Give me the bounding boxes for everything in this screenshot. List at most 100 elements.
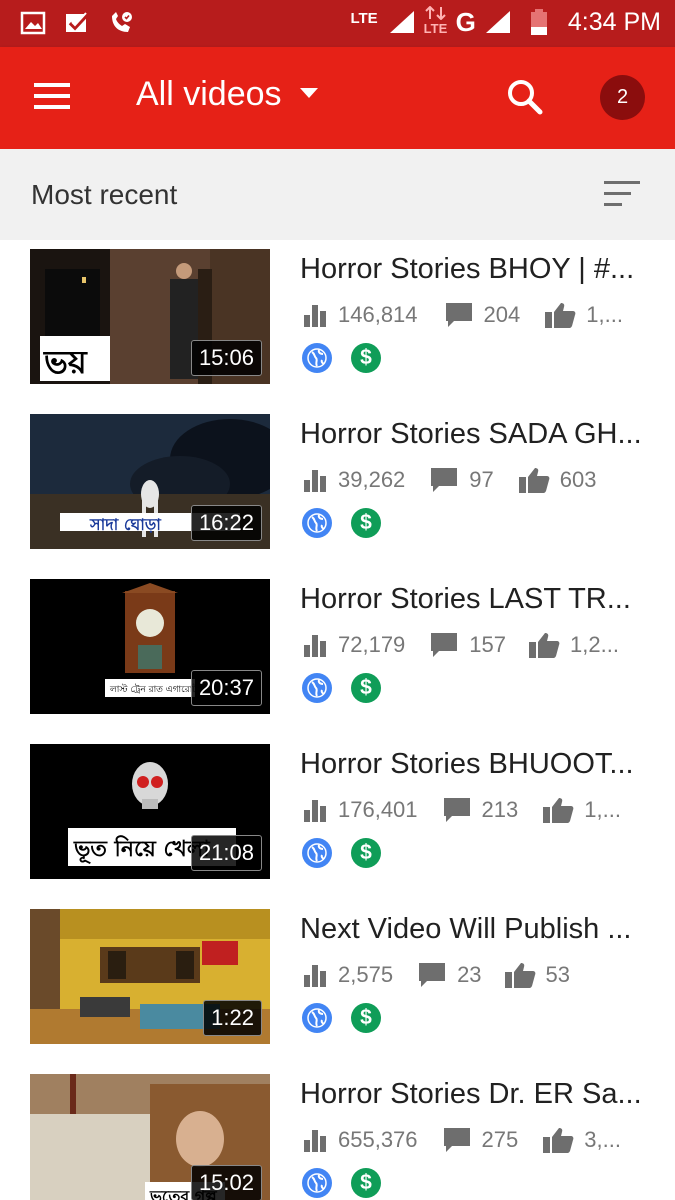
comments-stat: 204 xyxy=(444,301,521,329)
views-stat: 72,179 xyxy=(302,632,405,658)
sort-bar: Most recent xyxy=(0,149,675,240)
views-stat: 2,575 xyxy=(302,962,393,988)
video-thumbnail[interactable]: 1:22 xyxy=(30,909,270,1044)
data-activity-icon: LTE xyxy=(424,6,448,38)
thumbnail-caption: লাস্ট ট্রেন রাত এগারোটা xyxy=(110,685,200,695)
video-title[interactable]: Horror Stories SADA GH... xyxy=(300,418,645,451)
video-title[interactable]: Next Video Will Publish ... xyxy=(300,913,645,946)
comments-icon xyxy=(443,1128,470,1152)
battery-icon xyxy=(530,9,547,35)
view-count: 176,401 xyxy=(338,797,418,822)
comment-count: 275 xyxy=(481,1127,519,1152)
views-stat: 176,401 xyxy=(302,797,418,823)
image-icon xyxy=(20,11,46,35)
video-stats: 146,814 204 1,... xyxy=(302,299,623,331)
dollar-icon: $ xyxy=(351,508,381,538)
comment-count: 204 xyxy=(483,302,521,327)
likes-icon xyxy=(545,303,576,328)
video-stats: 655,376 275 3,... xyxy=(302,1124,621,1156)
views-icon xyxy=(304,470,326,492)
likes-stat: 1,2... xyxy=(528,631,619,659)
video-filter-dropdown[interactable]: All videos xyxy=(136,75,318,114)
comments-stat: 157 xyxy=(429,631,506,659)
likes-stat: 1,... xyxy=(542,796,621,824)
check-icon xyxy=(66,12,90,32)
comment-count: 157 xyxy=(469,632,507,657)
video-badges: $ xyxy=(302,1168,381,1198)
thumbnail-caption: সাদা ঘোড়া xyxy=(90,515,161,534)
app-bar: All videos 2 xyxy=(0,47,675,149)
video-thumbnail[interactable]: ভূতের গল্প 15:02 xyxy=(30,1074,270,1200)
views-icon xyxy=(304,1130,326,1152)
video-badges: $ xyxy=(302,1003,381,1033)
comments-icon xyxy=(443,798,470,822)
search-icon[interactable] xyxy=(505,77,545,117)
comment-count: 97 xyxy=(469,467,494,492)
comments-icon xyxy=(431,468,458,492)
video-duration: 15:02 xyxy=(190,1165,262,1200)
video-stats: 2,575 23 53 xyxy=(302,959,570,991)
video-duration: 16:22 xyxy=(190,505,262,541)
signal-icon-2 xyxy=(485,11,510,33)
views-stat: 39,262 xyxy=(302,467,405,493)
sort-icon[interactable] xyxy=(604,181,640,207)
globe-icon xyxy=(302,673,332,703)
view-count: 39,262 xyxy=(338,467,406,492)
signal-icon xyxy=(389,11,414,33)
video-stats: 176,401 213 1,... xyxy=(302,794,621,826)
views-icon xyxy=(304,800,326,822)
video-item[interactable]: ভয় 15:06 Horror Stories BHOY | #... 146… xyxy=(0,249,675,414)
video-thumbnail[interactable]: ভয় 15:06 xyxy=(30,249,270,384)
views-stat: 655,376 xyxy=(302,1127,418,1153)
views-icon xyxy=(304,965,326,987)
dollar-icon: $ xyxy=(351,343,381,373)
thumbnail-caption: ভূত নিয়ে খেলা xyxy=(74,837,210,862)
comments-icon xyxy=(419,963,446,987)
sort-label: Most recent xyxy=(31,179,178,210)
page-title: All videos xyxy=(136,75,282,113)
status-bar: LTE LTE G 4:34 PM xyxy=(0,0,675,47)
comments-stat: 97 xyxy=(429,466,494,494)
like-count: 1,2... xyxy=(570,632,619,657)
like-count: 1,... xyxy=(586,302,623,327)
view-count: 72,179 xyxy=(338,632,406,657)
comments-stat: 23 xyxy=(417,961,482,989)
video-stats: 72,179 157 1,2... xyxy=(302,629,619,661)
notification-badge[interactable]: 2 xyxy=(600,75,645,120)
network-label: LTE xyxy=(350,9,378,27)
video-title[interactable]: Horror Stories BHUOOT... xyxy=(300,748,645,781)
comments-icon xyxy=(445,303,472,327)
likes-icon xyxy=(543,1128,574,1153)
video-title[interactable]: Horror Stories LAST TR... xyxy=(300,583,645,616)
video-thumbnail[interactable]: ভূত নিয়ে খেলা 21:08 xyxy=(30,744,270,879)
dollar-icon: $ xyxy=(351,673,381,703)
video-thumbnail[interactable]: লাস্ট ট্রেন রাত এগারোটা 20:37 xyxy=(30,579,270,714)
likes-icon xyxy=(543,798,574,823)
globe-icon xyxy=(302,508,332,538)
video-duration: 20:37 xyxy=(190,670,262,706)
video-item[interactable]: লাস্ট ট্রেন রাত এগারোটা 20:37 Horror Sto… xyxy=(0,579,675,744)
video-item[interactable]: ভূত নিয়ে খেলা 21:08 Horror Stories BHUO… xyxy=(0,744,675,909)
view-count: 146,814 xyxy=(338,302,418,327)
menu-button[interactable] xyxy=(34,83,72,113)
video-item[interactable]: ভূতের গল্প 15:02 Horror Stories Dr. ER S… xyxy=(0,1074,675,1200)
likes-icon xyxy=(529,633,560,658)
view-count: 655,376 xyxy=(338,1127,418,1152)
video-title[interactable]: Horror Stories Dr. ER Sa... xyxy=(300,1078,645,1111)
views-stat: 146,814 xyxy=(302,302,418,328)
phone-icon xyxy=(112,12,132,32)
globe-icon xyxy=(302,838,332,868)
view-count: 2,575 xyxy=(338,962,394,987)
comment-count: 213 xyxy=(481,797,519,822)
video-duration: 1:22 xyxy=(203,1000,262,1036)
comments-stat: 213 xyxy=(442,796,519,824)
thumbnail-caption: ভয় xyxy=(44,343,87,381)
menu-icon xyxy=(34,83,70,87)
video-item[interactable]: 1:22 Next Video Will Publish ... 2,575 2… xyxy=(0,909,675,1074)
video-thumbnail[interactable]: সাদা ঘোড়া 16:22 xyxy=(30,414,270,549)
views-icon xyxy=(304,635,326,657)
video-title[interactable]: Horror Stories BHOY | #... xyxy=(300,253,645,286)
network-label-2: LTE xyxy=(423,21,448,36)
video-item[interactable]: সাদা ঘোড়া 16:22 Horror Stories SADA GH.… xyxy=(0,414,675,579)
comment-count: 23 xyxy=(457,962,482,987)
